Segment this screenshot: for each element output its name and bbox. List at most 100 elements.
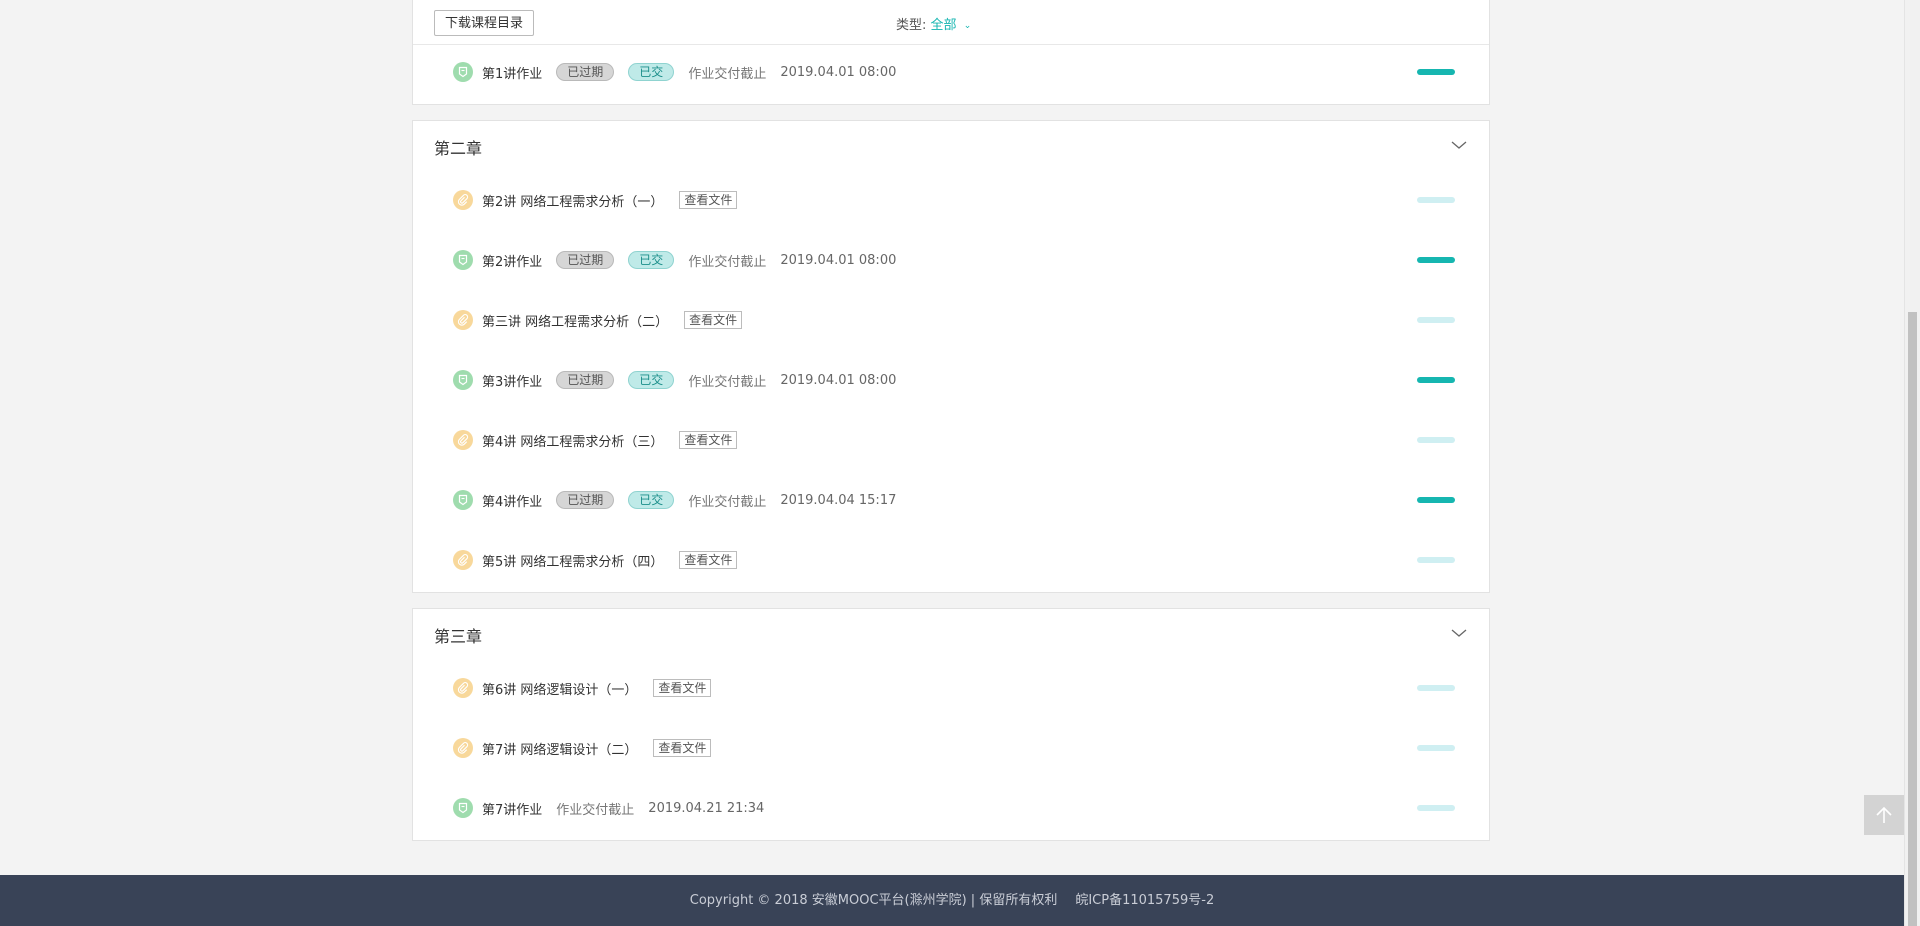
paperclip-icon xyxy=(453,310,473,330)
row-content: 第7讲 网络逻辑设计（二） 查看文件 xyxy=(482,728,712,768)
course-catalog-card: 下载课程目录 类型: 全部 ⌄ 第1讲作业 已过期 已交 作业交付截止 2019.04.… xyxy=(412,0,1490,105)
row-title[interactable]: 第1讲作业 xyxy=(482,63,542,82)
row-content: 第4讲作业 已过期 已交 作业交付截止 2019.04.04 15:17 xyxy=(482,480,896,520)
row-content: 第4讲 网络工程需求分析（三） 查看文件 xyxy=(482,420,738,460)
download-catalog-button[interactable]: 下载课程目录 xyxy=(434,10,535,36)
homework-row[interactable]: 第7讲作业 作业交付截止 2019.04.21 21:34 xyxy=(413,788,1489,828)
progress-indicator xyxy=(1417,685,1455,691)
page-scrollbar[interactable] xyxy=(1904,0,1920,926)
row-content: 第1讲作业 已过期 已交 作业交付截止 2019.04.01 08:00 xyxy=(482,52,896,92)
chapter-header[interactable]: 第三章 xyxy=(413,609,1489,659)
expired-badge: 已过期 xyxy=(556,251,615,269)
deadline-label: 作业交付截止 xyxy=(688,66,767,82)
page-footer: Copyright © 2018 安徽MOOC平台(滁州学院) | 保留所有权利… xyxy=(0,875,1904,926)
progress-indicator xyxy=(1417,497,1455,503)
row-content: 第6讲 网络逻辑设计（一） 查看文件 xyxy=(482,668,712,708)
chapter-title: 第三章 xyxy=(434,627,483,646)
chapter-card: 第二章 第2讲 网络工程需求分析（一） 查看文件 第2讲作业 已过期 已交 作业交付截止 2… xyxy=(412,120,1490,593)
row-title[interactable]: 第2讲作业 xyxy=(482,251,542,270)
deadline-value: 2019.04.01 08:00 xyxy=(780,252,897,268)
back-to-top-button[interactable] xyxy=(1864,795,1904,835)
deadline-value: 2019.04.21 21:34 xyxy=(648,800,765,816)
chapter-card: 第三章 第6讲 网络逻辑设计（一） 查看文件 第7讲 网络逻辑设计（二） 查看文件 第7… xyxy=(412,608,1490,841)
expired-badge: 已过期 xyxy=(556,63,615,81)
progress-indicator xyxy=(1417,317,1455,323)
paperclip-icon xyxy=(453,738,473,758)
paperclip-icon xyxy=(453,550,473,570)
view-file-button[interactable]: 查看文件 xyxy=(679,431,738,449)
view-file-button[interactable]: 查看文件 xyxy=(679,551,738,569)
badge-icon xyxy=(453,370,473,390)
homework-row[interactable]: 第4讲作业 已过期 已交 作业交付截止 2019.04.04 15:17 xyxy=(413,480,1489,520)
row-title[interactable]: 第2讲 网络工程需求分析（一） xyxy=(482,191,663,210)
badge-icon xyxy=(453,798,473,818)
paperclip-icon xyxy=(453,678,473,698)
row-title[interactable]: 第7讲 网络逻辑设计（二） xyxy=(482,739,637,758)
homework-row[interactable]: 第3讲作业 已过期 已交 作业交付截止 2019.04.01 08:00 xyxy=(413,360,1489,400)
deadline-value: 2019.04.01 08:00 xyxy=(780,372,897,388)
badge-icon xyxy=(453,62,473,82)
progress-indicator xyxy=(1417,377,1455,383)
progress-indicator xyxy=(1417,69,1455,75)
submitted-badge: 已交 xyxy=(628,63,675,81)
file-row[interactable]: 第5讲 网络工程需求分析（四） 查看文件 xyxy=(413,540,1489,580)
catalog-toolbar: 下载课程目录 类型: 全部 ⌄ xyxy=(413,0,1489,45)
footer-copyright: Copyright © 2018 安徽MOOC平台(滁州学院) | 保留所有权利 xyxy=(689,893,1058,908)
chapter-title: 第二章 xyxy=(434,139,483,158)
type-filter-label: 类型: xyxy=(896,18,927,33)
deadline-value: 2019.04.04 15:17 xyxy=(780,492,897,508)
chevron-down-icon[interactable]: ⌄ xyxy=(964,21,972,31)
view-file-button[interactable]: 查看文件 xyxy=(684,311,743,329)
row-title[interactable]: 第4讲 网络工程需求分析（三） xyxy=(482,431,663,450)
deadline-value: 2019.04.01 08:00 xyxy=(780,64,897,80)
scrollbar-thumb[interactable] xyxy=(1908,312,1917,926)
course-catalog-page: 下载课程目录 类型: 全部 ⌄ 第1讲作业 已过期 已交 作业交付截止 2019.04.… xyxy=(0,0,1904,926)
row-title[interactable]: 第三讲 网络工程需求分析（二） xyxy=(482,311,668,330)
type-filter-value[interactable]: 全部 xyxy=(931,18,957,33)
progress-indicator xyxy=(1417,557,1455,563)
submitted-badge: 已交 xyxy=(628,371,675,389)
type-filter: 类型: 全部 ⌄ xyxy=(896,14,971,33)
row-title[interactable]: 第3讲作业 xyxy=(482,371,542,390)
submitted-badge: 已交 xyxy=(628,491,675,509)
deadline-label: 作业交付截止 xyxy=(688,254,767,270)
row-content: 第3讲作业 已过期 已交 作业交付截止 2019.04.01 08:00 xyxy=(482,360,896,400)
arrow-up-icon xyxy=(1876,806,1892,823)
progress-indicator xyxy=(1417,257,1455,263)
chevron-down-icon[interactable] xyxy=(1449,623,1469,643)
chapter-header[interactable]: 第二章 xyxy=(413,121,1489,171)
progress-indicator xyxy=(1417,745,1455,751)
expired-badge: 已过期 xyxy=(556,491,615,509)
file-row[interactable]: 第7讲 网络逻辑设计（二） 查看文件 xyxy=(413,728,1489,768)
paperclip-icon xyxy=(453,430,473,450)
file-row[interactable]: 第6讲 网络逻辑设计（一） 查看文件 xyxy=(413,668,1489,708)
badge-icon xyxy=(453,490,473,510)
row-content: 第2讲作业 已过期 已交 作业交付截止 2019.04.01 08:00 xyxy=(482,240,896,280)
footer-icp[interactable]: 皖ICP备11015759号-2 xyxy=(1075,893,1214,908)
deadline-label: 作业交付截止 xyxy=(556,802,635,818)
homework-row[interactable]: 第1讲作业 已过期 已交 作业交付截止 2019.04.01 08:00 xyxy=(413,52,1489,92)
paperclip-icon xyxy=(453,190,473,210)
row-content: 第7讲作业 作业交付截止 2019.04.21 21:34 xyxy=(482,788,764,828)
row-content: 第5讲 网络工程需求分析（四） 查看文件 xyxy=(482,540,738,580)
progress-indicator xyxy=(1417,197,1455,203)
row-title[interactable]: 第5讲 网络工程需求分析（四） xyxy=(482,551,663,570)
badge-icon xyxy=(453,250,473,270)
expired-badge: 已过期 xyxy=(556,371,615,389)
view-file-button[interactable]: 查看文件 xyxy=(679,191,738,209)
progress-indicator xyxy=(1417,437,1455,443)
row-content: 第2讲 网络工程需求分析（一） 查看文件 xyxy=(482,180,738,220)
deadline-label: 作业交付截止 xyxy=(688,494,767,510)
view-file-button[interactable]: 查看文件 xyxy=(653,679,712,697)
progress-indicator xyxy=(1417,805,1455,811)
file-row[interactable]: 第三讲 网络工程需求分析（二） 查看文件 xyxy=(413,300,1489,340)
row-title[interactable]: 第7讲作业 xyxy=(482,799,542,818)
homework-row[interactable]: 第2讲作业 已过期 已交 作业交付截止 2019.04.01 08:00 xyxy=(413,240,1489,280)
chevron-down-icon[interactable] xyxy=(1449,135,1469,155)
row-title[interactable]: 第6讲 网络逻辑设计（一） xyxy=(482,679,637,698)
row-title[interactable]: 第4讲作业 xyxy=(482,491,542,510)
file-row[interactable]: 第4讲 网络工程需求分析（三） 查看文件 xyxy=(413,420,1489,460)
file-row[interactable]: 第2讲 网络工程需求分析（一） 查看文件 xyxy=(413,180,1489,220)
submitted-badge: 已交 xyxy=(628,251,675,269)
view-file-button[interactable]: 查看文件 xyxy=(653,739,712,757)
